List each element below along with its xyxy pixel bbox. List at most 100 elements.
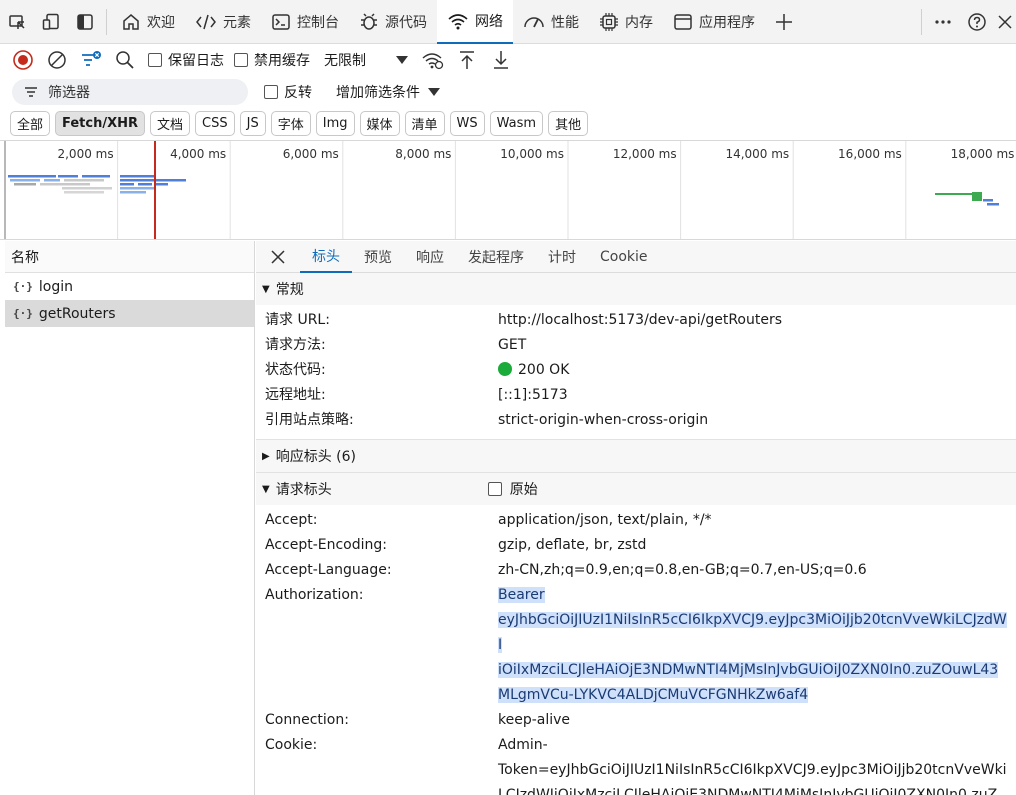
name-column-label: 名称 xyxy=(11,249,39,266)
record-button[interactable] xyxy=(6,45,40,75)
xhr-icon: {·} xyxy=(13,280,33,293)
tab-network[interactable]: 网络 xyxy=(437,0,513,44)
overview-tick-label: 14,000 ms xyxy=(725,147,789,161)
authorization-value[interactable]: Bearer eyJhbGciOiJIUzI1NiIsInR5cCI6IkpXV… xyxy=(498,583,1016,708)
network-overview[interactable]: 2,000 ms 4,000 ms 6,000 ms 8,000 ms 10,000 m… xyxy=(0,140,1016,240)
status-text: 200 OK xyxy=(518,362,570,378)
tab-memory[interactable]: 内存 xyxy=(589,0,663,44)
type-filter-chip[interactable]: 全部 xyxy=(10,111,51,136)
overview-activity-bar xyxy=(120,179,140,182)
header-value: GET xyxy=(498,337,527,353)
plus-icon xyxy=(776,13,792,30)
disable-cache-checkbox[interactable]: 禁用缓存 xyxy=(234,50,310,70)
header-key: 请求 URL: xyxy=(265,312,330,328)
tab-application[interactable]: 应用程序 xyxy=(663,0,765,44)
type-filter-chip[interactable]: Img xyxy=(315,111,355,136)
type-filter-chip[interactable]: 字体 xyxy=(270,111,311,136)
clear-icon xyxy=(48,51,66,69)
request-name: getRouters xyxy=(38,305,116,322)
import-har-button[interactable] xyxy=(450,45,484,75)
overview-tick-label: 18,000 ms xyxy=(951,147,1015,161)
overview-activity-bar xyxy=(120,187,154,190)
header-value: zh-CN,zh;q=0.9,en;q=0.8,en-GB;q=0.7,en-U… xyxy=(498,562,867,578)
tab-response[interactable]: 响应 xyxy=(404,241,456,273)
wifi-icon xyxy=(448,13,468,29)
triangle-down-icon: ▼ xyxy=(262,483,270,495)
header-key: 引用站点策略: xyxy=(265,412,354,428)
checkbox-box[interactable] xyxy=(264,85,278,99)
cookie-line: Token=eyJhbGciOiJIUzI1NiIsInR5cCI6IkpXVC… xyxy=(498,762,1007,778)
checkbox-box[interactable] xyxy=(234,53,248,67)
overview-activity-bar xyxy=(8,175,56,178)
filter-icon xyxy=(25,87,37,97)
request-row-login[interactable]: {·} login xyxy=(5,273,254,300)
tab-preview[interactable]: 预览 xyxy=(352,241,404,273)
raw-headers-checkbox[interactable]: 原始 xyxy=(487,479,538,499)
cookie-line: LCJzdWIiOiIxMzciLCJleHAiOjE3NDMwNTI4MjMs… xyxy=(498,787,998,795)
throttle-select[interactable]: 无限制 xyxy=(324,50,408,70)
type-filter-chip[interactable]: JS xyxy=(239,111,266,136)
header-key: Accept-Encoding: xyxy=(265,537,388,553)
bug-icon xyxy=(361,12,377,30)
tab-welcome[interactable]: 欢迎 xyxy=(111,0,185,44)
checkbox-box[interactable] xyxy=(148,53,162,67)
request-row-getrouters[interactable]: {·} getRouters xyxy=(5,300,254,327)
name-column-header[interactable]: 名称 xyxy=(5,241,254,273)
tab-initiator[interactable]: 发起程序 xyxy=(456,241,536,273)
add-filter-dropdown[interactable]: 增加筛选条件 xyxy=(336,82,440,102)
tab-label: 元素 xyxy=(223,14,251,31)
preserve-log-checkbox[interactable]: 保留日志 xyxy=(148,50,224,70)
add-tab-button[interactable] xyxy=(765,0,803,44)
help-icon[interactable] xyxy=(960,0,994,44)
inspect-icon[interactable] xyxy=(0,0,34,44)
overview-activity-bar xyxy=(64,191,104,194)
tab-console[interactable]: 控制台 xyxy=(261,0,349,44)
tab-elements[interactable]: 元素 xyxy=(185,0,261,44)
tab-separator xyxy=(921,8,922,35)
dock-sidebar-icon[interactable] xyxy=(68,0,102,44)
tab-label: 计时 xyxy=(548,249,576,266)
tab-label: 控制台 xyxy=(297,14,339,31)
home-icon xyxy=(123,13,139,30)
console-icon xyxy=(272,13,290,30)
tab-performance[interactable]: 性能 xyxy=(513,0,589,44)
general-section-header[interactable]: ▼ 常规 xyxy=(256,273,1016,305)
tab-timing[interactable]: 计时 xyxy=(536,241,588,273)
response-headers-header[interactable]: ▶ 响应标头 (6) xyxy=(256,440,1016,472)
type-filter-chip[interactable]: 清单 xyxy=(404,111,445,136)
close-details-button[interactable] xyxy=(256,241,300,273)
tab-label: 预览 xyxy=(364,249,392,266)
type-filter-chip[interactable]: 文档 xyxy=(150,111,191,136)
overview-activity-bar xyxy=(120,175,156,178)
throttle-value: 无限制 xyxy=(324,53,366,69)
type-filter-chip[interactable]: Wasm xyxy=(489,111,544,136)
disable-cache-label: 禁用缓存 xyxy=(254,53,310,69)
type-filter-chip[interactable]: Fetch/XHR xyxy=(55,111,146,136)
request-headers-header[interactable]: ▼ 请求标头 原始 xyxy=(256,473,1016,505)
invert-checkbox[interactable]: 反转 xyxy=(264,82,312,102)
filter-toggle-button[interactable] xyxy=(74,45,108,75)
tab-headers[interactable]: 标头 xyxy=(300,241,352,273)
close-devtools-icon[interactable] xyxy=(994,0,1016,44)
tab-label: 发起程序 xyxy=(468,249,524,266)
header-row: 状态代码: 200 OK xyxy=(256,358,1016,383)
network-conditions-button[interactable] xyxy=(416,45,450,75)
filter-input[interactable]: 筛选器 xyxy=(12,79,248,105)
clear-button[interactable] xyxy=(40,45,74,75)
export-har-button[interactable] xyxy=(484,45,518,75)
header-key: 请求方法: xyxy=(265,337,326,353)
search-button[interactable] xyxy=(108,45,142,75)
device-emulation-icon[interactable] xyxy=(34,0,68,44)
type-filter-chip[interactable]: 其他 xyxy=(548,111,589,136)
more-tools-icon[interactable] xyxy=(926,0,960,44)
type-filter-chip[interactable]: 媒体 xyxy=(359,111,400,136)
header-row: 请求方法: GET xyxy=(256,333,1016,358)
checkbox-box[interactable] xyxy=(487,482,502,496)
tab-sources[interactable]: 源代码 xyxy=(349,0,437,44)
tab-cookies[interactable]: Cookie xyxy=(588,241,660,273)
header-row: Authorization: Bearer eyJhbGciOiJIUzI1Ni… xyxy=(256,583,1016,708)
chip-icon xyxy=(600,12,618,31)
type-filter-chip[interactable]: CSS xyxy=(195,111,235,136)
type-filter-chip[interactable]: WS xyxy=(449,111,485,136)
code-icon xyxy=(196,14,216,29)
